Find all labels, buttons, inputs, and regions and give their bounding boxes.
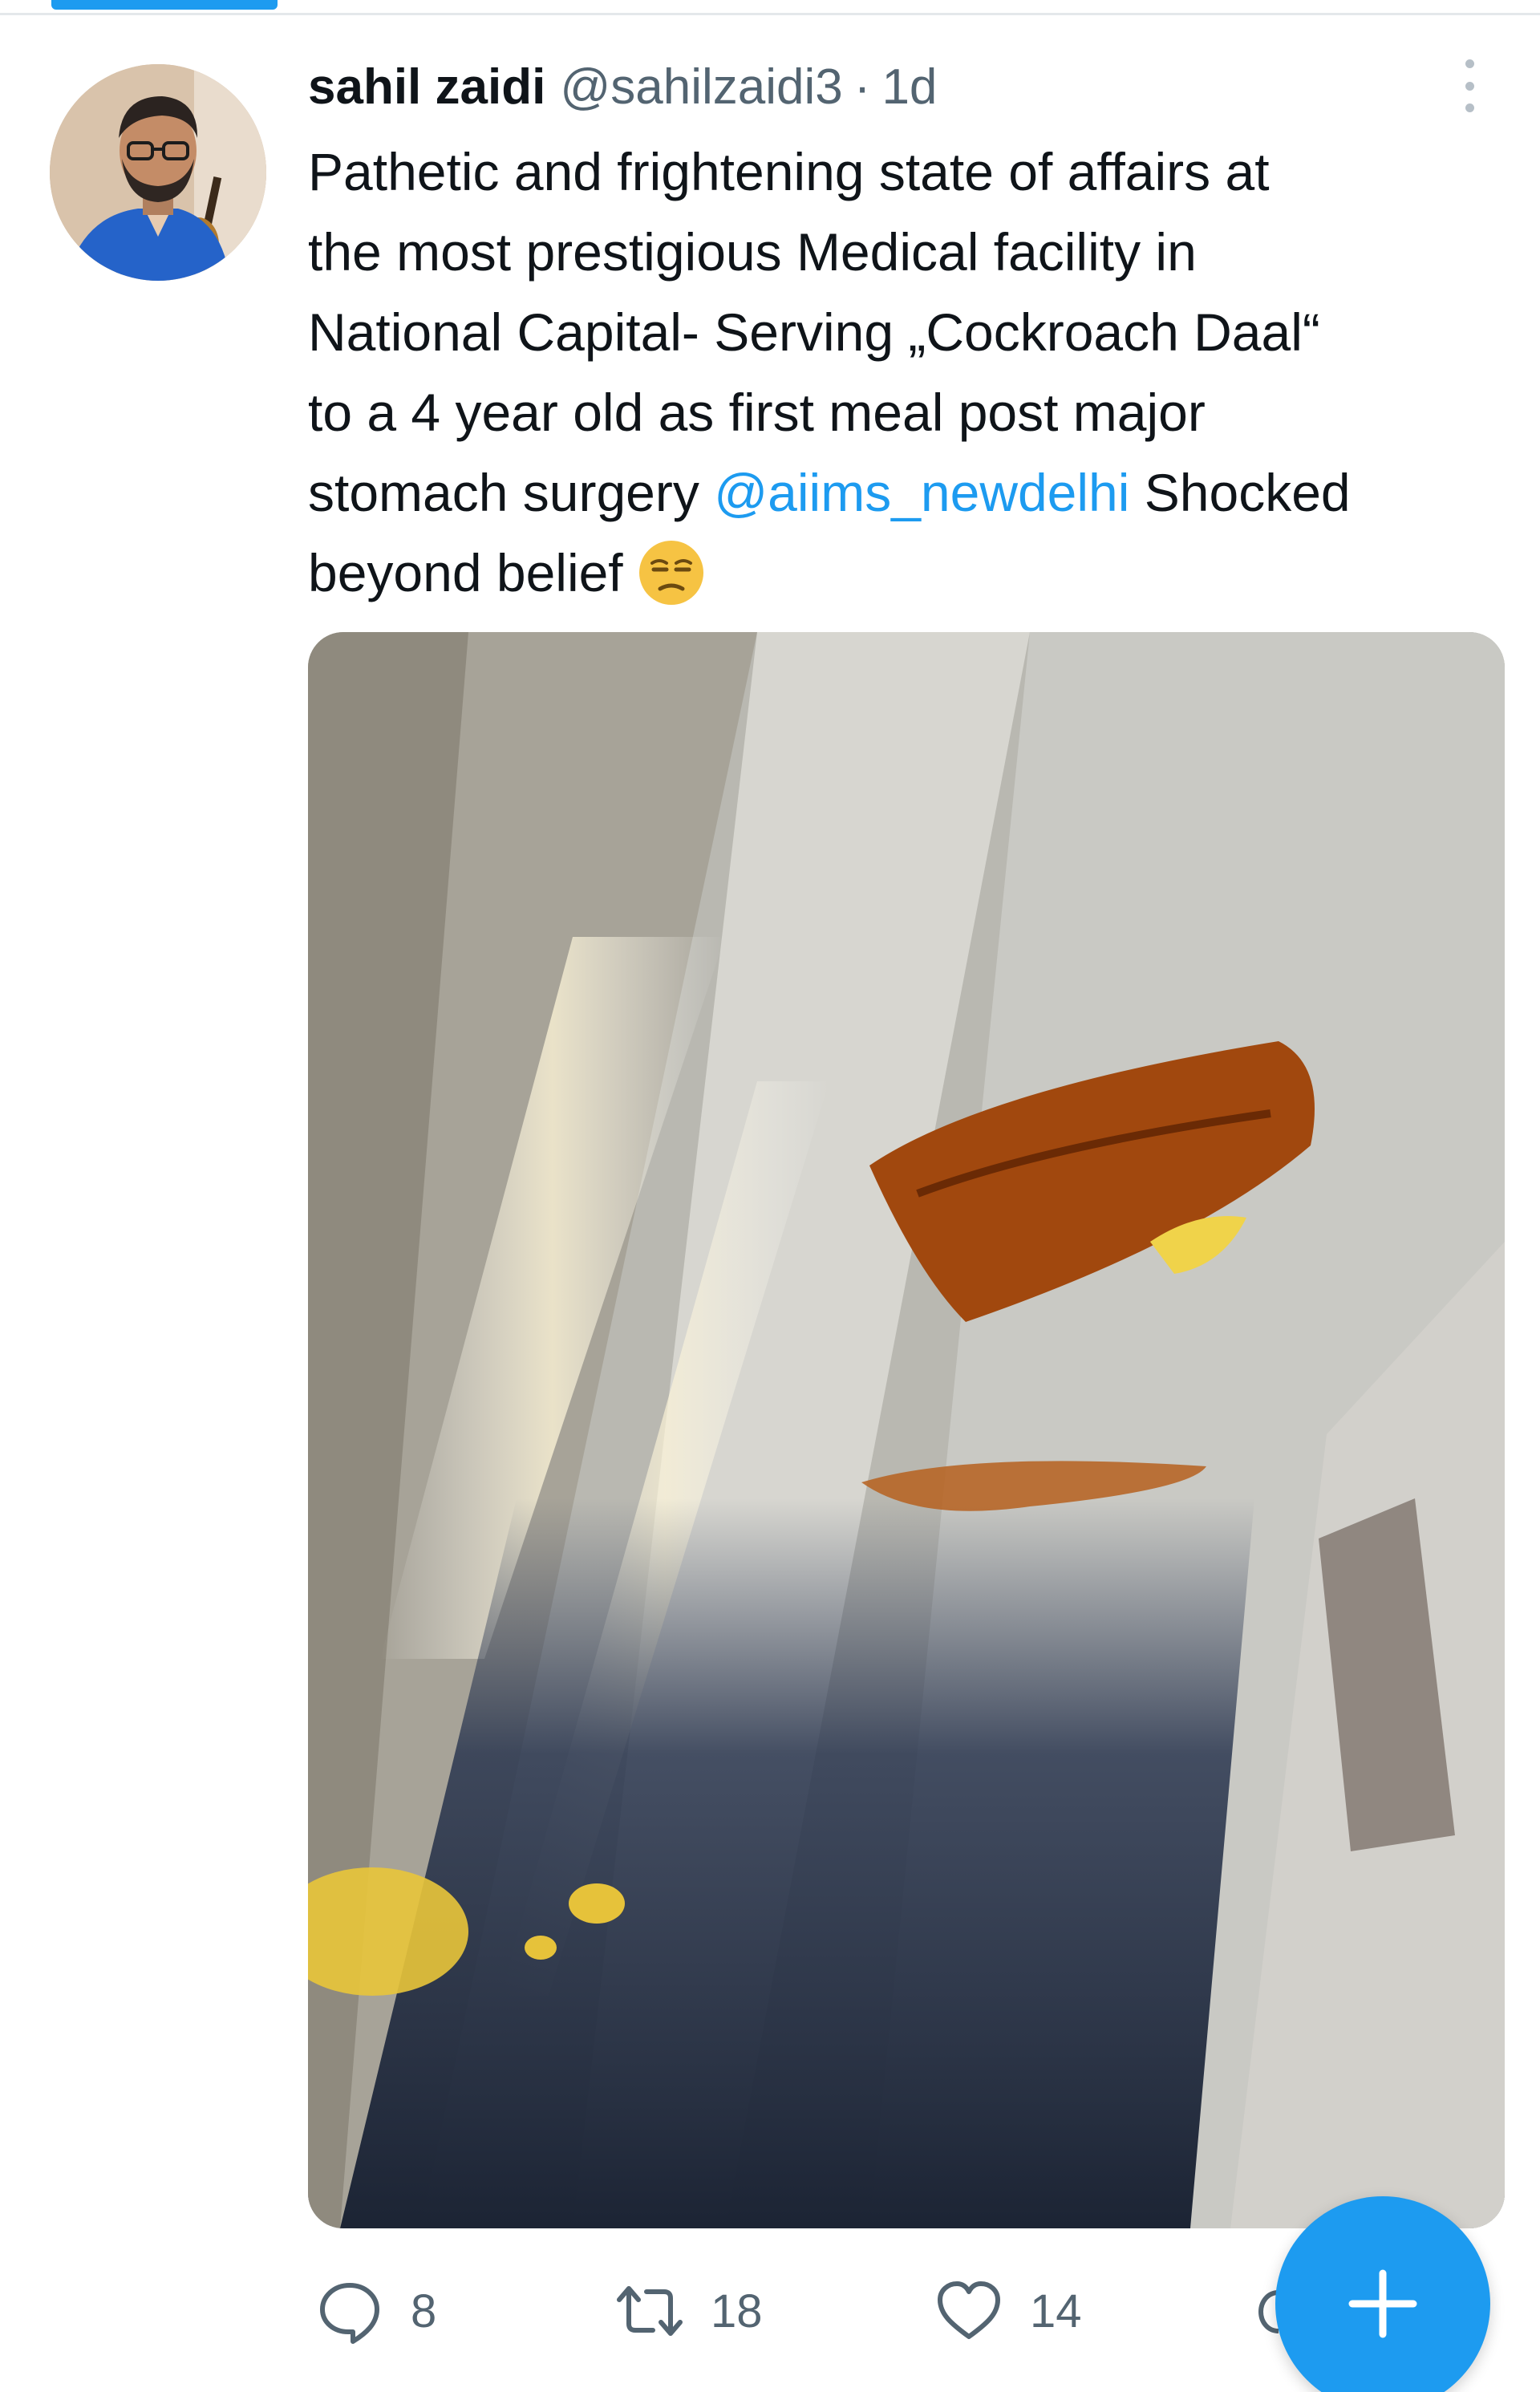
tweet-actions: 8 18 14 xyxy=(308,2267,1351,2355)
timestamp[interactable]: 1d xyxy=(881,56,937,119)
reply-button[interactable]: 8 xyxy=(316,2267,436,2355)
retweet-button[interactable]: 18 xyxy=(616,2267,763,2355)
tweet-text-line-with-mention: stomach surgery @aiims_newdelhi Shocked xyxy=(308,452,1511,533)
display-name[interactable]: sahil zaidi xyxy=(308,56,545,119)
tweet-text-line: Pathetic and frightening state of affair… xyxy=(308,142,1270,201)
tweet-text-line: beyond belief xyxy=(308,533,1511,613)
unamused-face-emoji-icon xyxy=(638,539,705,606)
tweet-text: Pathetic and frightening state of affair… xyxy=(308,132,1511,613)
photo-image xyxy=(308,632,1505,2228)
dot xyxy=(1465,103,1474,112)
tweet-detail-page: sahil zaidi @sahilzaidi3 · 1d Pathetic a… xyxy=(0,0,1540,2392)
reply-icon xyxy=(320,2283,379,2344)
avatar-image xyxy=(50,64,266,281)
retweet-count: 18 xyxy=(711,2285,763,2337)
tweet-photo[interactable] xyxy=(308,632,1505,2228)
tweet-text-line: to a 4 year old as first meal post major xyxy=(308,383,1206,442)
mention-link[interactable]: @aiims_newdelhi xyxy=(714,463,1129,522)
tweet-text-segment: stomach surgery xyxy=(308,463,715,522)
like-button[interactable]: 14 xyxy=(935,2267,1082,2355)
tweet-text-segment: Shocked xyxy=(1129,463,1351,522)
like-count: 14 xyxy=(1030,2285,1082,2337)
tweet-text-line: the most prestigious Medical facility in xyxy=(308,222,1197,282)
heart-icon xyxy=(938,2281,1000,2339)
active-tab-indicator[interactable] xyxy=(51,0,278,10)
plus-icon xyxy=(1348,2269,1417,2338)
avatar[interactable] xyxy=(50,64,266,281)
reply-count: 8 xyxy=(411,2285,437,2337)
top-divider xyxy=(0,13,1540,15)
separator-dot: · xyxy=(853,59,871,115)
more-options-icon[interactable] xyxy=(1453,59,1485,112)
retweet-icon xyxy=(617,2286,683,2336)
tweet-header: sahil zaidi @sahilzaidi3 · 1d xyxy=(308,56,937,119)
user-handle[interactable]: @sahilzaidi3 xyxy=(560,56,842,119)
dot xyxy=(1465,59,1474,68)
dot xyxy=(1465,81,1474,91)
tweet-text-segment: beyond belief xyxy=(308,543,623,602)
tweet-text-line: National Capital- Serving „Cockroach Daa… xyxy=(308,302,1320,362)
